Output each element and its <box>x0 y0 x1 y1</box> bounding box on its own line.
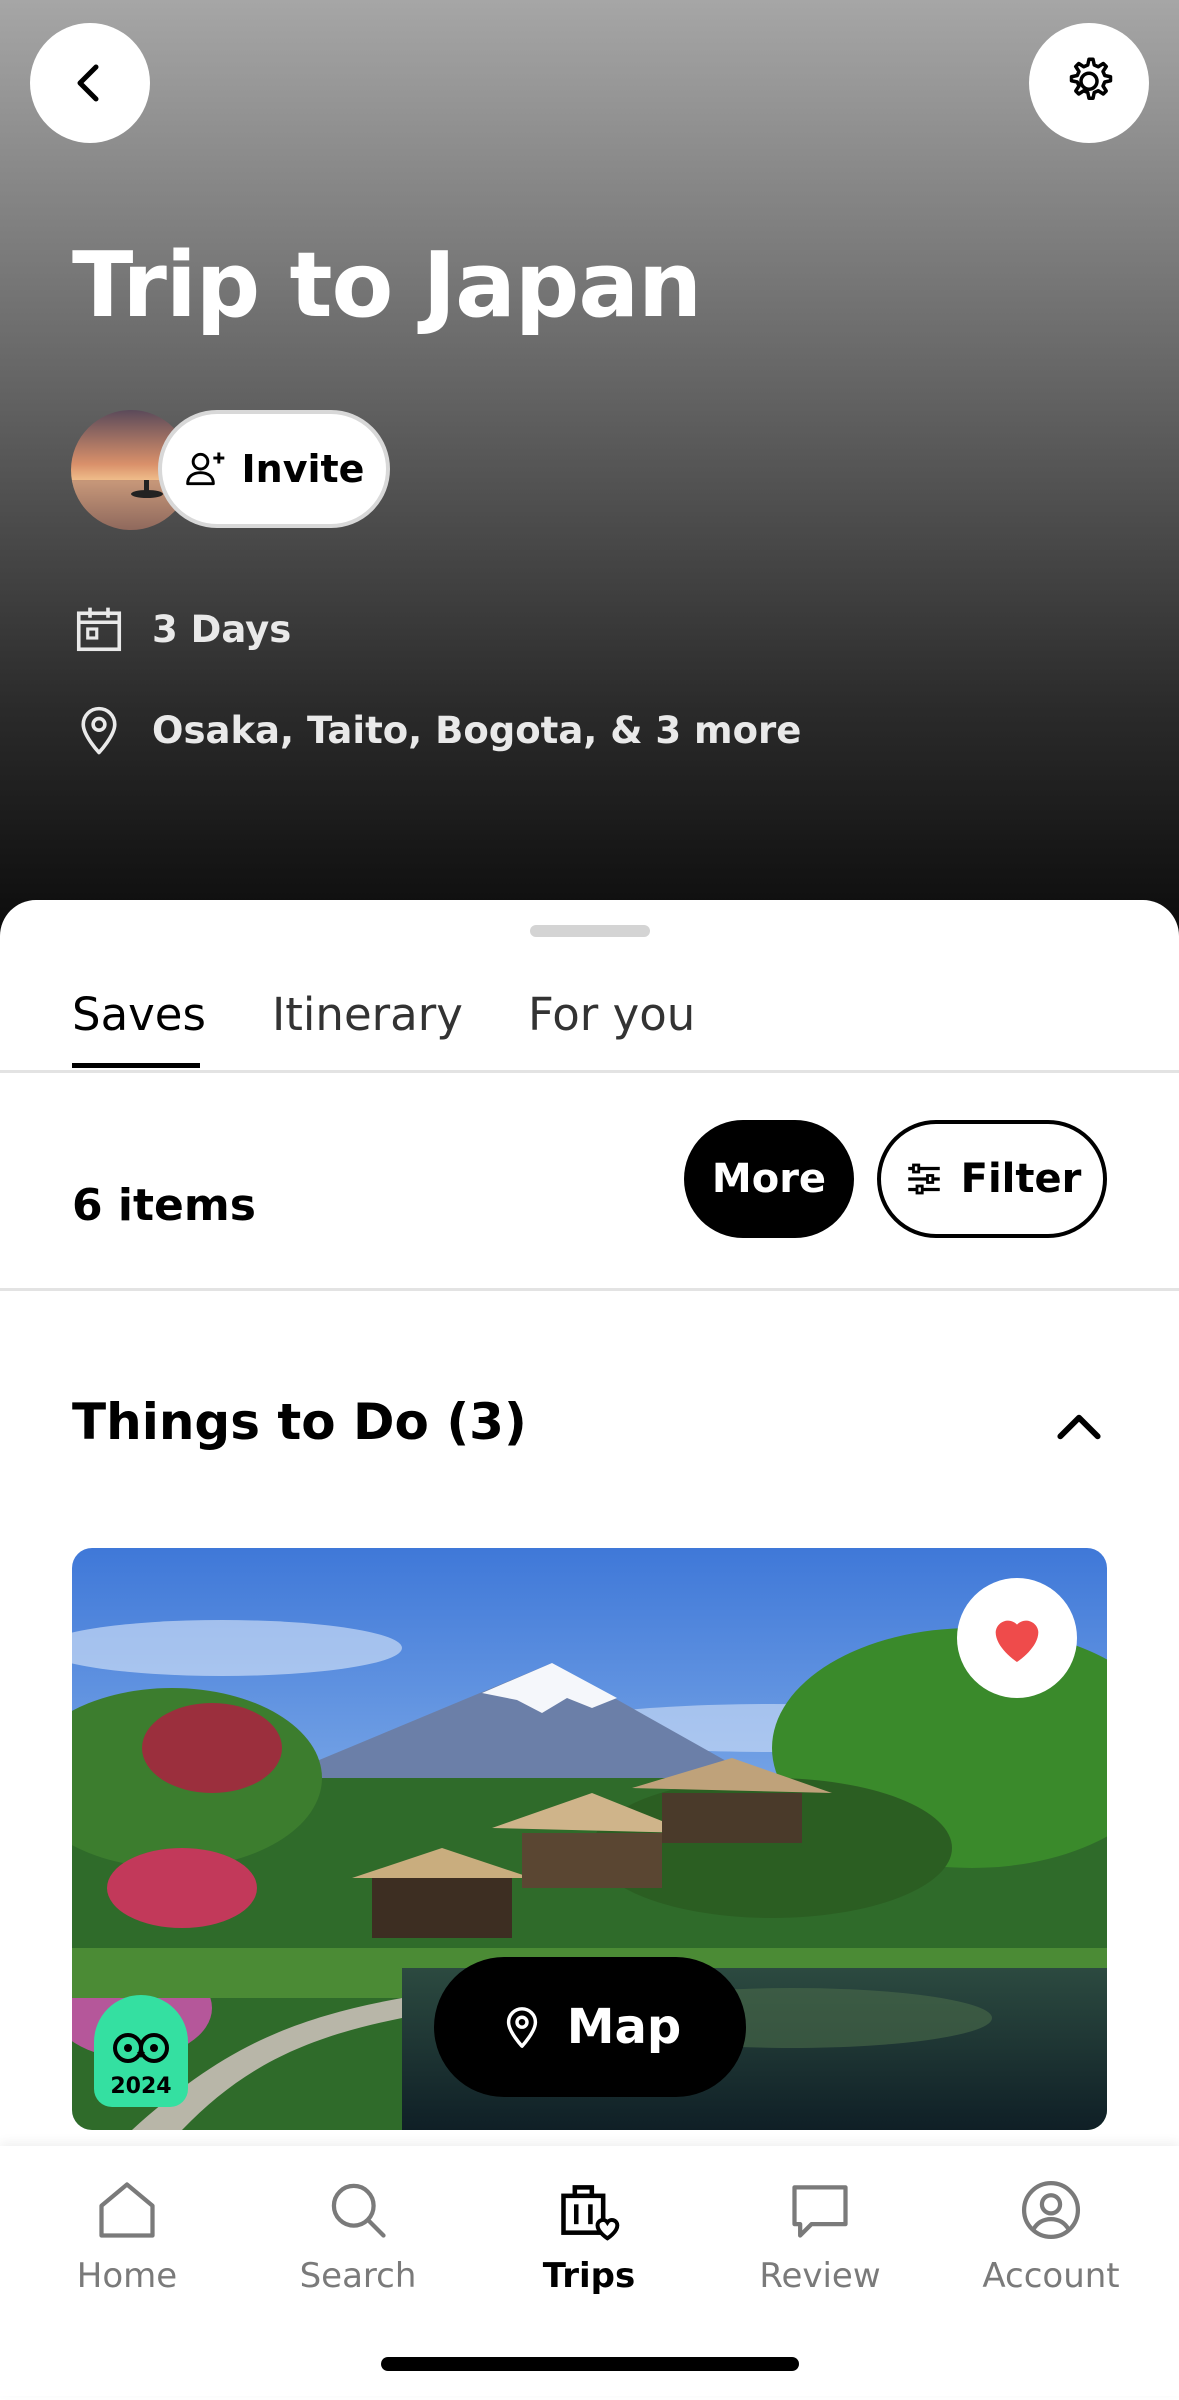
nav-trips-label: Trips <box>542 2256 636 2296</box>
calendar-icon <box>76 607 122 652</box>
search-icon <box>331 2183 386 2238</box>
owl-logo-icon <box>113 2033 169 2063</box>
travelers-choice-badge: 2024 <box>94 1995 188 2107</box>
trips-icon <box>561 2185 620 2241</box>
filter-label: Filter <box>960 1156 1082 1202</box>
home-icon <box>99 2182 155 2238</box>
tab-saves[interactable]: Saves <box>72 988 206 1041</box>
invite-label: Invite <box>241 447 365 491</box>
nav-home-label: Home <box>76 2256 178 2296</box>
save-heart-button[interactable] <box>957 1578 1077 1698</box>
nav-search[interactable]: Search <box>258 2176 458 2296</box>
trip-header: Trip to Japan Invite 3 Days Osaka, Taito… <box>0 0 1179 940</box>
filter-sliders-icon <box>907 1163 940 1195</box>
sheet-drag-handle[interactable] <box>530 925 650 937</box>
location-pin-icon <box>506 2007 537 2048</box>
filter-button[interactable]: Filter <box>877 1120 1107 1238</box>
trip-duration-row: 3 Days <box>72 602 291 656</box>
trip-locations: Osaka, Taito, Bogota, & 3 more <box>152 708 802 752</box>
section-title: Things to Do (3) <box>72 1393 527 1451</box>
nav-account[interactable]: Account <box>951 2176 1151 2296</box>
items-count: 6 items <box>72 1180 256 1231</box>
trip-duration: 3 Days <box>152 607 292 651</box>
gear-icon <box>1069 57 1113 100</box>
account-icon <box>1021 2180 1081 2240</box>
nav-home[interactable]: Home <box>27 2176 227 2296</box>
things-to-do-section-header[interactable]: Things to Do (3) <box>72 1385 1107 1465</box>
more-button[interactable]: More <box>684 1120 854 1238</box>
review-icon <box>792 2185 848 2238</box>
nav-trips[interactable]: Trips <box>489 2176 689 2296</box>
home-indicator <box>381 2357 799 2371</box>
trip-locations-row[interactable]: Osaka, Taito, Bogota, & 3 more <box>72 703 801 757</box>
chevron-up-icon[interactable] <box>1051 1399 1107 1455</box>
nav-review-label: Review <box>759 2256 881 2296</box>
badge-year: 2024 <box>110 2074 172 2099</box>
items-toolbar: 6 items More Filter <box>0 1070 1179 1291</box>
nav-account-label: Account <box>982 2256 1120 2296</box>
map-label: Map <box>566 1999 682 2055</box>
invite-button[interactable]: Invite <box>158 410 390 528</box>
active-tab-indicator <box>72 1063 200 1068</box>
back-button[interactable] <box>30 23 150 143</box>
chevron-left-icon <box>77 64 99 102</box>
map-button[interactable]: Map <box>434 1957 746 2097</box>
add-person-icon <box>185 452 224 486</box>
heart-filled-icon <box>995 1620 1039 1662</box>
nav-review[interactable]: Review <box>720 2176 920 2296</box>
settings-button[interactable] <box>1029 23 1149 143</box>
location-pin-icon <box>81 706 117 755</box>
tab-for-you[interactable]: For you <box>528 988 695 1041</box>
tab-itinerary[interactable]: Itinerary <box>272 988 463 1041</box>
trip-title: Trip to Japan <box>72 233 702 338</box>
tab-bar: Saves Itinerary For you <box>0 970 1179 1073</box>
nav-search-label: Search <box>299 2256 417 2296</box>
